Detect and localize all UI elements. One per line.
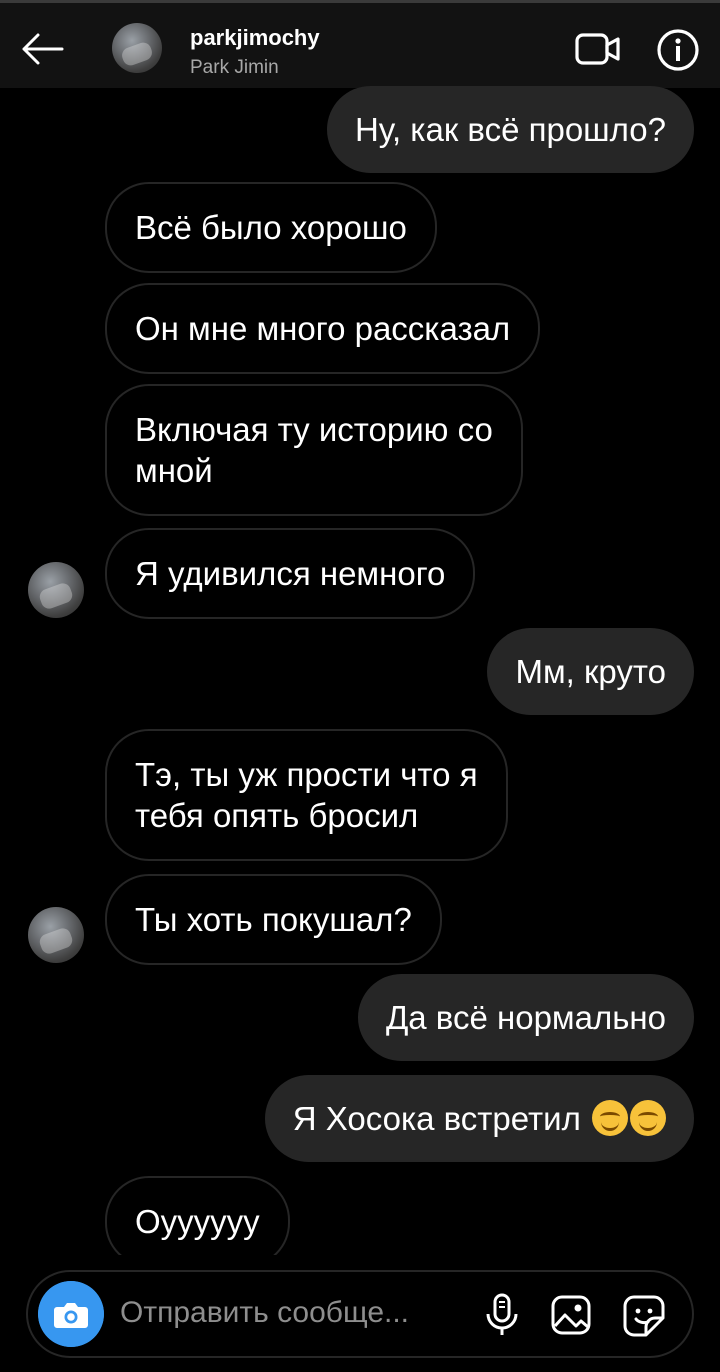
avatar[interactable]	[112, 23, 162, 73]
gallery-icon[interactable]	[550, 1294, 592, 1336]
message-outgoing[interactable]: Ну, как всё прошло?	[326, 86, 694, 173]
avatar[interactable]	[28, 907, 84, 963]
message-composer[interactable]: Отправить сообще...	[26, 1270, 694, 1358]
chat-username[interactable]: parkjimochy	[190, 25, 320, 51]
message-outgoing[interactable]: Мм, круто	[487, 628, 694, 715]
video-call-icon[interactable]	[573, 27, 623, 71]
message-input[interactable]: Отправить сообще...	[120, 1296, 409, 1330]
message-text: Он мне много рассказал	[135, 310, 511, 347]
message-text-line: Тэ, ты уж прости что я	[135, 756, 478, 793]
message-outgoing[interactable]: Да всё нормально	[357, 974, 694, 1061]
message-incoming[interactable]: Всё было хорошо	[105, 182, 437, 273]
camera-icon[interactable]	[38, 1281, 104, 1347]
info-icon[interactable]	[655, 27, 701, 73]
chat-header: parkjimochy Park Jimin	[0, 0, 720, 88]
message-text: Оуууууу	[135, 1203, 260, 1240]
message-incoming[interactable]: Оуууууу	[105, 1176, 290, 1267]
message-outgoing[interactable]: Я Хосока встретил	[264, 1075, 694, 1162]
message-incoming[interactable]: Тэ, ты уж прости что я тебя опять бросил	[105, 729, 508, 861]
message-text: Да всё нормально	[385, 999, 666, 1036]
sticker-icon[interactable]	[622, 1294, 666, 1338]
message-incoming[interactable]: Я удивился немного	[105, 528, 476, 619]
message-incoming[interactable]: Ты хоть покушал?	[105, 874, 442, 965]
message-text: Ну, как всё прошло?	[354, 111, 666, 148]
back-arrow-icon[interactable]	[18, 29, 66, 69]
message-incoming[interactable]: Он мне много рассказал	[105, 283, 541, 374]
chat-full-name[interactable]: Park Jimin	[190, 57, 279, 79]
message-text-line: Включая ту историю со	[135, 411, 493, 448]
message-text: Я Хосока встретил	[292, 1100, 581, 1137]
message-text: Всё было хорошо	[135, 209, 407, 246]
smiling-face-icon	[592, 1100, 628, 1136]
message-text-line: тебя опять бросил	[135, 797, 419, 834]
blushing-face-icon	[630, 1100, 666, 1136]
message-text: Мм, круто	[515, 653, 666, 690]
message-incoming[interactable]: Включая ту историю со мной	[105, 384, 523, 516]
message-text: Ты хоть покушал?	[135, 901, 412, 938]
microphone-icon[interactable]	[482, 1292, 522, 1338]
message-text-line: мной	[135, 452, 213, 489]
message-text: Я удивился немного	[135, 555, 446, 592]
avatar[interactable]	[28, 562, 84, 618]
